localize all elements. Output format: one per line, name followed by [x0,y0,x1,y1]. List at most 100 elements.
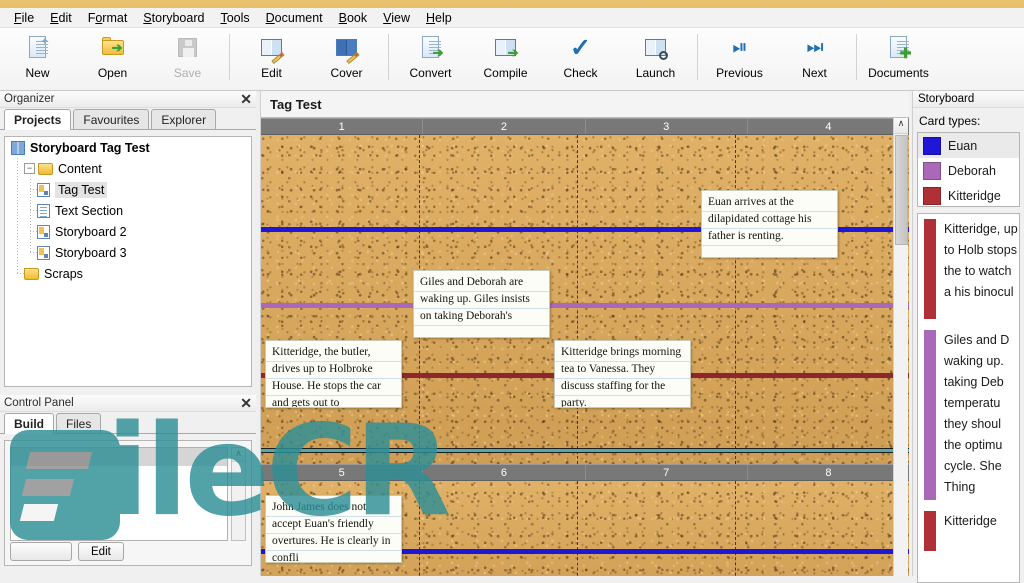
storyboard-card[interactable]: John James does not accept Euan's friend… [265,495,402,563]
column-header[interactable]: 1 [261,119,424,134]
list-item[interactable] [11,448,227,466]
inspector-header: Storyboard [913,91,1024,108]
menu-item-tools[interactable]: Tools [212,9,257,27]
control-panel-tabs: Build Files [0,412,256,434]
menu-item-help[interactable]: Help [418,9,460,27]
menu-item-view[interactable]: View [375,9,418,27]
tab-projects[interactable]: Projects [4,109,72,130]
tree-item-label: Scraps [44,266,83,281]
column-header[interactable]: 8 [748,465,909,480]
organizer-title: Organizer [4,93,55,105]
open-button[interactable]: ➔ Open [75,28,150,88]
check-button[interactable]: ✓ Check [543,28,618,88]
menu-item-file[interactable]: FFileile [6,9,42,27]
folder-icon [38,162,53,175]
close-icon[interactable]: ✕ [240,91,252,108]
tree-item-storyboard-2[interactable]: Storyboard 2 [5,221,251,242]
save-button-label: Save [173,66,202,80]
documents-button[interactable]: ✚ Documents [861,28,936,88]
document-arrow-icon: ➔ [418,33,444,63]
inspector-card-list[interactable]: Kitteridge, up to Holb stops the to watc… [917,213,1020,583]
card-type-kitteridge[interactable]: Kitteridge [918,183,1019,206]
open-folder-icon: ➔ [100,33,126,63]
cover-button[interactable]: Cover [309,28,384,88]
tree-item-text-section[interactable]: Text Section [5,200,251,221]
collapse-toggle-icon[interactable]: − [24,163,35,174]
menu-item-document[interactable]: Document [258,9,331,27]
list-item[interactable]: Kitteridge [918,506,1019,557]
tree-item-storyboard-tag-test[interactable]: Storyboard Tag Test [5,137,251,158]
save-button[interactable]: Save [150,28,225,88]
column-divider [577,135,578,464]
column-divider [735,481,736,576]
compile-button[interactable]: ➔ Compile [468,28,543,88]
tree-guide [24,200,37,221]
convert-button[interactable]: ➔ Convert [393,28,468,88]
launch-button[interactable]: Launch [618,28,693,88]
corkboard-row-2[interactable]: John James does not accept Euan's friend… [261,481,909,576]
build-list[interactable] [10,447,228,541]
list-item[interactable] [11,466,227,484]
control-panel-buttons: Edit [10,542,124,561]
column-header[interactable]: 7 [586,465,748,480]
control-panel-header: Control Panel ✕ [0,395,256,412]
scrollbar-thumb[interactable] [895,135,908,245]
organizer-tabs: Projects Favourites Explorer [0,108,256,130]
close-icon[interactable]: ✕ [240,395,252,412]
menu-item-format[interactable]: Format [80,9,136,27]
column-header-row-1: 1 2 3 4 [261,118,909,135]
tree-item-scraps[interactable]: Scraps [5,263,251,284]
card-types-label: Card types: [919,114,981,128]
list-item[interactable] [11,502,227,520]
tree-guide [24,242,37,263]
column-header[interactable]: 4 [748,119,909,134]
tab-favourites[interactable]: Favourites [73,109,150,129]
corkboard-row-1[interactable]: Euan arrives at the dilapidated cottage … [261,135,909,464]
card-types-list[interactable]: Euan Deborah Kitteridge [917,132,1020,207]
build-list-scrollbar[interactable]: ∧ [231,447,246,541]
new-button[interactable]: ✦ New [0,28,75,88]
tree-item-storyboard-3[interactable]: Storyboard 3 [5,242,251,263]
tree-guide [11,158,24,179]
list-item[interactable] [11,484,227,502]
scroll-up-icon[interactable]: ∧ [232,448,245,462]
text-document-icon [37,203,50,218]
storyboard-card[interactable]: Giles and Deborah are waking up. Giles i… [413,270,550,338]
column-header[interactable]: 3 [586,119,748,134]
checkmark-icon: ✓ [570,34,591,62]
card-type-euan[interactable]: Euan [918,133,1019,158]
menu-item-storyboard[interactable]: Storyboard [135,9,212,27]
scroll-up-icon[interactable]: ∧ [894,118,908,134]
menu-item-edit[interactable]: Edit [42,9,80,27]
card-type-deborah[interactable]: Deborah [918,158,1019,183]
tab-files[interactable]: Files [56,413,102,433]
corkboard-scroll-area[interactable]: 1 2 3 4 Euan arrives at the dilapidated … [261,118,909,576]
tab-explorer[interactable]: Explorer [151,109,217,129]
list-item[interactable]: Giles and D waking up. taking Deb temper… [918,325,1019,506]
corkboard-scrollbar[interactable]: ∧ [893,118,908,576]
control-panel-body: ∧ Edit [4,440,252,566]
storyboard-card[interactable]: Kitteridge, the butler, drives up to Hol… [265,340,402,408]
column-header[interactable]: 6 [423,465,586,480]
menu-item-book[interactable]: Book [331,9,376,27]
storyboard-card[interactable]: Euan arrives at the dilapidated cottage … [701,190,838,258]
list-item[interactable] [11,520,227,538]
list-item[interactable]: Kitteridge, up to Holb stops the to watc… [918,214,1019,325]
tree-item-content[interactable]: − Content [5,158,251,179]
edit-button[interactable]: Edit [234,28,309,88]
previous-button-label: Previous [716,66,763,80]
build-edit-button[interactable]: Edit [78,542,124,561]
build-action-button[interactable] [10,542,72,561]
document-title-bar: Tag Test [261,91,909,118]
project-tree[interactable]: Storyboard Tag Test − Content Tag Test T… [4,136,252,387]
column-header[interactable]: 2 [423,119,586,134]
column-header[interactable]: 5 [261,465,424,480]
column-header-row-2: 5 6 7 8 [261,464,909,481]
previous-button[interactable]: ⏯ Previous [702,28,777,88]
book-cover-pencil-icon [334,33,360,65]
tree-item-tag-test[interactable]: Tag Test [5,179,251,200]
tab-build[interactable]: Build [4,413,54,434]
storyboard-card[interactable]: Kitteridge brings morning tea to Vanessa… [554,340,691,408]
tree-item-label: Text Section [55,203,124,218]
next-button[interactable]: ⏭ Next [777,28,852,88]
